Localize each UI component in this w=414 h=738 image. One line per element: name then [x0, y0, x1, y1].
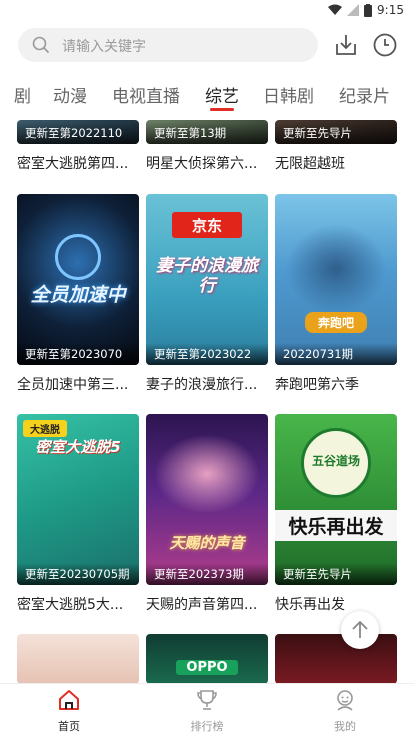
poster-title: 快乐再出发 [275, 510, 397, 541]
poster-emblem [55, 234, 101, 280]
tab-tv-live[interactable]: 电视直播 [112, 82, 180, 107]
poster-badge: 大逃脱 [23, 420, 67, 437]
search-row: 请输入关键字 [0, 28, 414, 64]
sponsor-logo: OPPO [176, 660, 238, 675]
video-thumbnail: 京东 妻子的浪漫旅行 更新至第2023022 [146, 194, 268, 365]
status-time: 9:15 [377, 3, 404, 17]
tab-jk-drama[interactable]: 日韩剧 [263, 82, 314, 107]
video-thumbnail [17, 634, 139, 684]
download-icon[interactable] [333, 32, 359, 58]
update-label: 20220731期 [283, 347, 354, 361]
nav-label: 首页 [58, 720, 80, 733]
nav-home[interactable]: 首页 [34, 688, 104, 734]
tab-anime[interactable]: 动漫 [53, 82, 87, 107]
nav-label: 我的 [334, 720, 356, 733]
video-title: 密室大逃脱第四... [17, 156, 129, 172]
video-title: 密室大逃脱5大... [17, 597, 124, 613]
nav-profile[interactable]: 我的 [310, 688, 380, 734]
sponsor-logo: 京东 [191, 217, 222, 235]
update-label: 更新至第2023022 [154, 347, 252, 361]
update-label: 更新至20230705期 [25, 567, 130, 581]
trophy-icon [197, 690, 217, 710]
video-title: 奔跑吧第六季 [275, 377, 359, 393]
battery-icon [364, 3, 373, 17]
arrow-up-icon [352, 620, 368, 638]
tab-variety[interactable]: 综艺 [205, 82, 239, 107]
update-label: 更新至第2022110 [25, 126, 123, 140]
bottom-navigation: 首页 排行榜 我的 [0, 683, 414, 738]
poster-title: 全员加速中 [30, 284, 126, 306]
video-thumbnail: 更新至第13期 [146, 120, 268, 144]
status-bar: 9:15 [0, 0, 414, 22]
poster-cast [154, 434, 260, 514]
active-tab-indicator [210, 108, 234, 111]
poster-title: 妻子的浪漫旅行 [156, 256, 258, 296]
search-input[interactable]: 请输入关键字 [18, 28, 318, 62]
video-thumbnail: 五谷道场 快乐再出发 更新至先导片 [275, 414, 397, 585]
signal-icon [347, 4, 360, 16]
video-title: 明星大侦探第六... [146, 156, 258, 172]
update-label: 更新至先导片 [283, 126, 352, 140]
poster-badge: 奔跑吧 [305, 312, 367, 333]
video-title: 妻子的浪漫旅行... [146, 377, 258, 393]
video-title: 全员加速中第三... [17, 377, 129, 393]
tab-drama[interactable]: 剧 [14, 82, 31, 107]
video-thumbnail: 奔跑吧 20220731期 [275, 194, 397, 365]
video-thumbnail: 全员加速中 更新至第2023070 [17, 194, 139, 365]
video-thumbnail: 更新至先导片 [275, 120, 397, 144]
video-thumbnail: 更新至第2022110 [17, 120, 139, 144]
poster-title: 密室大逃脱5 [35, 438, 121, 456]
nav-label: 排行榜 [190, 720, 224, 733]
video-thumbnail: 大逃脱 密室大逃脱5 更新至20230705期 [17, 414, 139, 585]
wifi-icon [328, 4, 343, 15]
user-icon [337, 690, 353, 711]
search-placeholder: 请输入关键字 [62, 39, 146, 55]
category-tabs: 剧 动漫 电视直播 综艺 日韩剧 纪录片 [0, 78, 414, 112]
update-label: 更新至202373期 [154, 567, 244, 581]
video-title: 快乐再出发 [275, 597, 345, 613]
home-icon [59, 690, 79, 710]
nav-ranking[interactable]: 排行榜 [172, 688, 242, 734]
video-title: 天赐的声音第四... [146, 597, 258, 613]
scroll-to-top-button[interactable] [341, 611, 379, 649]
update-label: 更新至先导片 [283, 567, 352, 581]
search-icon [32, 36, 50, 54]
update-label: 更新至第13期 [154, 126, 227, 140]
poster-title: 天赐的声音 [169, 534, 245, 552]
update-label: 更新至第2023070 [25, 347, 123, 361]
history-clock-icon[interactable] [372, 32, 398, 58]
tab-documentary[interactable]: 纪录片 [339, 82, 390, 107]
video-thumbnail: 天赐的声音 更新至202373期 [146, 414, 268, 585]
video-title: 无限超越班 [275, 156, 345, 172]
video-thumbnail: OPPO [146, 634, 268, 684]
poster-cast [285, 224, 387, 314]
poster-badge: 五谷道场 [311, 454, 360, 468]
